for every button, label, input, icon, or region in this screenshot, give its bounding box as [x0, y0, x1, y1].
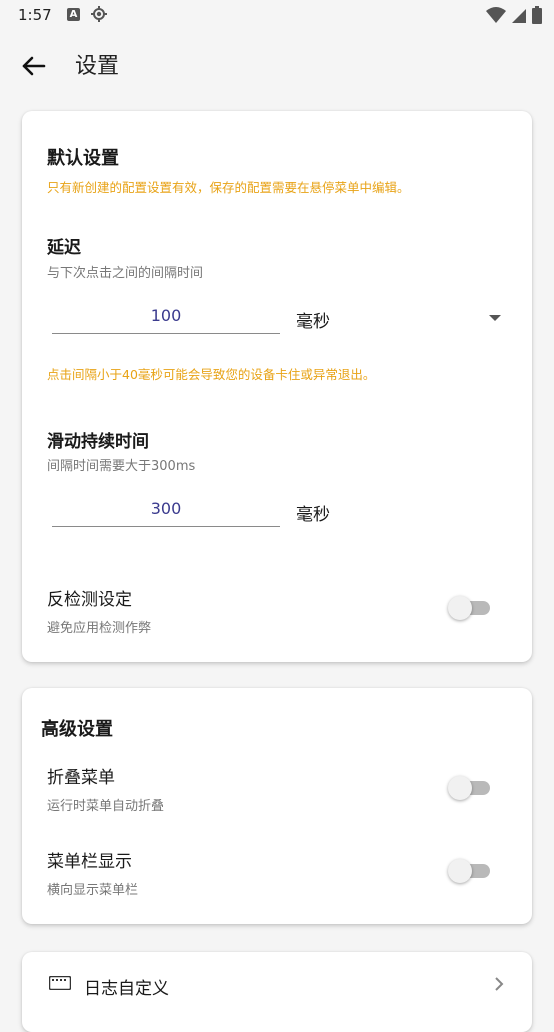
fold-menu-title: 折叠菜单 — [47, 768, 115, 788]
anti-detection-row[interactable]: 反检测设定 避免应用检测作弊 — [22, 573, 532, 643]
menu-bar-display-title: 菜单栏显示 — [47, 852, 132, 872]
fold-menu-subtitle: 运行时菜单自动折叠 — [47, 799, 165, 814]
delay-warning: 点击间隔小于40毫秒可能会导致您的设备卡住或异常退出。 — [47, 367, 376, 382]
fold-menu-toggle[interactable] — [448, 775, 494, 801]
advanced-settings-card: 高级设置 折叠菜单 运行时菜单自动折叠 菜单栏显示 横向显示菜单栏 — [22, 688, 532, 924]
menu-bar-display-toggle[interactable] — [448, 858, 494, 884]
advanced-settings-title: 高级设置 — [41, 719, 113, 740]
delay-input[interactable]: 100 — [52, 299, 280, 334]
status-right-icons — [485, 6, 542, 24]
a-badge-icon: A — [67, 8, 80, 21]
signal-icon — [511, 9, 526, 23]
toggle-thumb — [448, 776, 472, 800]
anti-detection-title: 反检测设定 — [47, 590, 132, 610]
battery-icon — [532, 6, 542, 24]
default-settings-notice: 只有新创建的配置设置有效，保存的配置需要在悬停菜单中编辑。 — [47, 180, 410, 195]
log-custom-label: 日志自定义 — [84, 979, 169, 999]
menu-bar-display-row[interactable]: 菜单栏显示 横向显示菜单栏 — [22, 837, 532, 907]
page-title: 设置 — [75, 54, 120, 79]
anti-detection-subtitle: 避免应用检测作弊 — [47, 621, 152, 636]
status-time: 1:57 — [18, 6, 52, 24]
app-bar: 设置 — [0, 32, 554, 98]
delay-subtitle: 与下次点击之间的间隔时间 — [47, 266, 204, 281]
anti-detection-toggle[interactable] — [448, 595, 494, 621]
menu-bar-display-subtitle: 横向显示菜单栏 — [47, 883, 139, 898]
toggle-thumb — [448, 859, 472, 883]
chevron-down-icon[interactable] — [489, 315, 501, 321]
status-bar: 1:57 A — [0, 0, 554, 32]
fold-menu-row[interactable]: 折叠菜单 运行时菜单自动折叠 — [22, 753, 532, 823]
default-settings-card: 默认设置 只有新创建的配置设置有效，保存的配置需要在悬停菜单中编辑。 延迟 与下… — [22, 111, 532, 662]
swipe-duration-input[interactable]: 300 — [52, 492, 280, 527]
swipe-duration-subtitle: 间隔时间需要大于300ms — [47, 459, 196, 474]
default-settings-title: 默认设置 — [47, 148, 119, 169]
swipe-duration-title: 滑动持续时间 — [47, 432, 149, 452]
chevron-right-icon — [495, 977, 504, 991]
swipe-duration-unit: 毫秒 — [296, 505, 330, 525]
gps-icon — [91, 6, 107, 22]
delay-title: 延迟 — [47, 238, 81, 258]
log-custom-card[interactable]: 日志自定义 — [22, 952, 532, 1032]
wifi-icon — [485, 7, 506, 23]
arrow-left-icon[interactable] — [18, 50, 50, 82]
delay-unit-select[interactable]: 毫秒 — [296, 307, 330, 332]
toggle-thumb — [448, 596, 472, 620]
keyboard-icon — [49, 976, 71, 990]
